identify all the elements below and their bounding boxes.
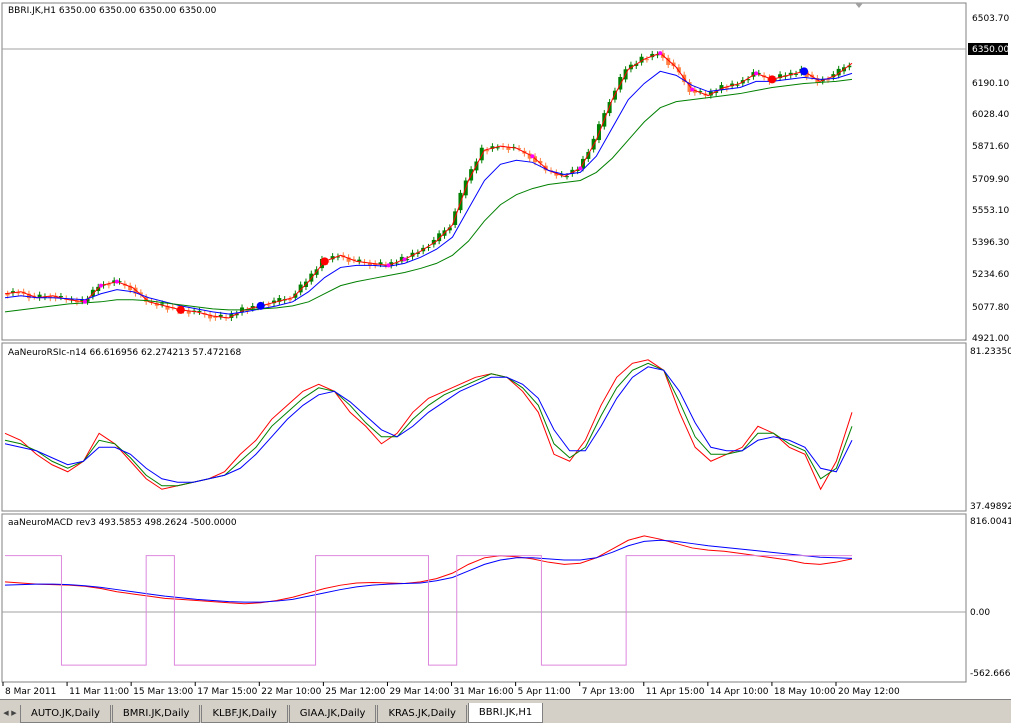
rsi-tick: 81.23350 [970,347,1011,357]
tab-bbri-jk[interactable]: BBRI.JK,H1 [467,703,544,723]
ma-slow-line [4,78,853,313]
red-signal-dot [176,305,185,314]
macd-axis: 816.0041 0.00 -562.666 [970,517,1011,679]
tab-giaa-jk[interactable]: GIAA.JK,Daily [288,705,377,723]
current-price-label: 6350.00 [972,45,1009,55]
time-axis: 8 Mar 2011 11 Mar 11:00 15 Mar 13:00 17 Mar… [2,682,900,697]
price-tick: 5709.90 [972,175,1009,185]
blue-signal-dot [800,67,809,76]
tab-scroll-left-icon[interactable]: ◀ [2,704,10,722]
magenta-signal-dot [658,51,663,56]
magenta-signal-dot [402,257,407,262]
macd-tick: 0.00 [970,608,990,618]
red-signal-dot [768,75,777,84]
time-label: 7 Apr 13:00 [582,687,635,697]
blue-signal-dot [256,301,265,310]
time-label: 11 Apr 15:00 [646,687,705,697]
time-label: 15 Mar 13:00 [133,687,193,697]
rsi-line-1 [4,362,853,487]
magenta-signal-dot [578,166,583,171]
magenta-signal-dot [754,71,759,76]
tab-nav: ◀ ▶ [2,703,18,723]
price-tick: 5871.60 [972,142,1009,152]
price-tick: 6190.10 [972,79,1009,89]
rsi-axis: 81.23350 37.49892 [970,347,1011,512]
price-tick: 5077.80 [972,303,1009,313]
magenta-signal-dot [690,87,695,92]
time-label: 17 Mar 15:00 [197,687,257,697]
candle-body [826,79,831,81]
time-label: 31 Mar 16:00 [454,687,514,697]
macd-tick: 816.0041 [970,517,1011,527]
tab-bmri-jk[interactable]: BMRI.JK,Daily [111,705,201,723]
macd-layer [4,535,853,666]
candle-body [586,151,591,159]
red-signal-dot [320,257,329,266]
price-tick: 5553.10 [972,206,1009,216]
chart-area[interactable]: 6503.70 6350.00 6190.10 6028.40 5871.60 … [0,0,1011,699]
time-label: 8 Mar 2011 [5,687,56,697]
price-tick: 6028.40 [972,110,1009,120]
time-label: 20 May 12:00 [838,687,900,697]
tab-scroll-right-icon[interactable]: ▶ [10,704,18,722]
price-tick: 5234.60 [972,270,1009,280]
tab-auto-jk[interactable]: AUTO.JK,Daily [20,705,111,723]
time-label: 25 Mar 12:00 [325,687,385,697]
price-pane-frame [1,2,967,341]
tab-klbf-jk[interactable]: KLBF.JK,Daily [201,705,288,723]
time-label: 22 Mar 10:00 [261,687,321,697]
chart-shift-icon[interactable] [855,3,863,8]
candle-body [644,59,649,61]
rsi-pane-title: AaNeuroRSIc-n14 66.616956 62.274213 57.4… [8,348,242,358]
time-label: 14 Apr 10:00 [710,687,769,697]
price-tick: 6503.70 [972,14,1009,24]
ma-mid-line [4,70,853,315]
ma-fast-line [4,52,853,319]
rsi-line-0 [4,359,853,491]
tab-kras-jk[interactable]: KRAS.JK,Daily [377,705,467,723]
time-label: 11 Mar 11:00 [69,687,129,697]
magenta-signal-dot [82,299,87,304]
rsi-tick: 37.49892 [970,502,1011,512]
magenta-signal-dot [530,154,535,159]
rsi-pane-frame [1,342,967,512]
price-tick: 5396.30 [972,238,1009,248]
magenta-signal-dot [114,279,119,284]
chart-tab-bar: ◀ ▶ AUTO.JK,Daily BMRI.JK,Daily KLBF.JK,… [0,699,1011,723]
macd-line-2 [5,555,852,666]
magenta-signal-dot [98,283,103,288]
price-layer [4,50,853,322]
time-label: 18 May 10:00 [774,687,836,697]
magenta-signal-dot [386,263,391,268]
price-tick: 4921.00 [972,334,1009,344]
price-axis: 6503.70 6350.00 6190.10 6028.40 5871.60 … [968,14,1009,344]
macd-pane-title: aaNeuroMACD rev3 493.5853 498.2624 -500.… [8,518,237,528]
rsi-layer [4,359,853,491]
rsi-line-2 [4,366,853,483]
macd-tick: -562.666 [970,669,1011,679]
time-label: 29 Mar 14:00 [389,687,449,697]
time-label: 5 Apr 11:00 [518,687,571,697]
price-pane-title: BBRI.JK,H1 6350.00 6350.00 6350.00 6350.… [8,6,217,16]
